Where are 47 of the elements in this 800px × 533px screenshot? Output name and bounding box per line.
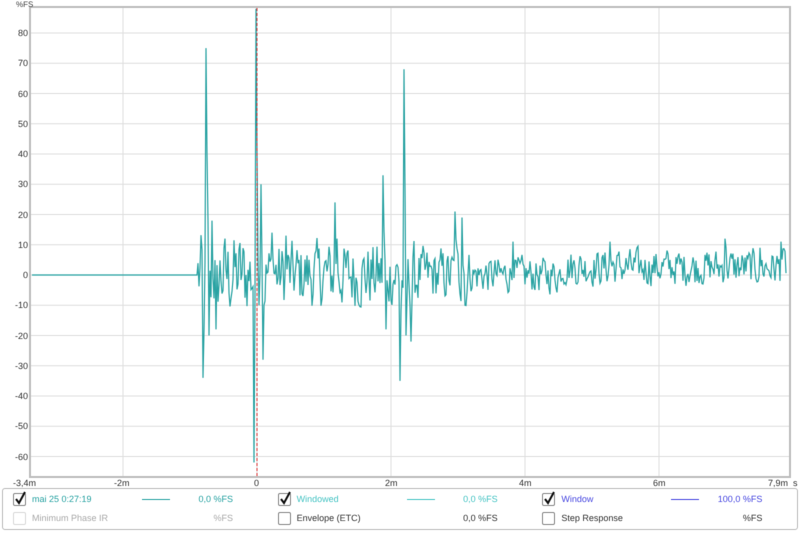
axis-unit: s xyxy=(793,478,798,488)
legend-label: Minimum Phase IR xyxy=(32,512,110,525)
line-swatch xyxy=(406,498,435,500)
checkbox[interactable] xyxy=(542,512,556,525)
y-tick-label: -30 xyxy=(14,360,28,371)
y-tick-label: -20 xyxy=(14,330,28,340)
legend-label: mai 25 0:27:19 xyxy=(32,492,93,506)
line-swatch xyxy=(671,498,700,500)
axis-unit: %FS xyxy=(16,0,34,11)
y-tick-label: -10 xyxy=(14,300,28,310)
x-tick-label: 2m xyxy=(385,478,398,488)
legend-reading: %FS xyxy=(213,512,233,525)
legend-reading: 0,0 %FS xyxy=(198,492,233,506)
legend-label: Envelope (ETC) xyxy=(296,512,362,525)
line-swatch xyxy=(142,498,170,500)
legend-label: Step Response xyxy=(561,512,624,525)
legend-reading: %FS xyxy=(742,512,762,525)
checkmark-icon xyxy=(278,491,292,505)
y-tick-label: 80 xyxy=(16,28,28,38)
y-tick-label: 10 xyxy=(16,240,28,250)
y-tick-label: 70 xyxy=(16,58,28,68)
y-tick-label: -50 xyxy=(14,421,28,432)
x-tick-label: 6m xyxy=(653,478,666,488)
y-tick-label: 60 xyxy=(16,88,28,98)
legend-reading: 0,0 %FS xyxy=(463,512,498,525)
checkbox[interactable] xyxy=(278,512,291,525)
legend-reading: 0,0 %FS xyxy=(463,492,498,506)
legend-label: Window xyxy=(561,492,594,506)
x-tick-label: -2m xyxy=(114,478,130,488)
x-tick-label: 7,9m xyxy=(768,478,788,488)
y-tick-label: 30 xyxy=(16,179,28,190)
checkmark-icon xyxy=(14,491,27,505)
checkbox[interactable] xyxy=(278,493,291,506)
y-tick-label: 50 xyxy=(16,118,28,129)
y-tick-label: 20 xyxy=(16,210,28,220)
y-tick-label: -40 xyxy=(14,391,28,401)
y-tick-label: 40 xyxy=(16,149,28,159)
legend-reading: 100,0 %FS xyxy=(718,492,762,506)
x-tick-label: -3,4m xyxy=(13,478,36,488)
y-tick-label: 0 xyxy=(22,270,28,280)
checkbox[interactable] xyxy=(542,493,556,506)
y-tick-label: -60 xyxy=(14,452,28,462)
checkmark-icon xyxy=(543,491,556,505)
legend-label: Windowed xyxy=(296,492,340,506)
checkbox[interactable] xyxy=(13,493,26,506)
x-tick-label: 4m xyxy=(519,478,532,488)
x-tick-label: 0 xyxy=(254,478,260,488)
